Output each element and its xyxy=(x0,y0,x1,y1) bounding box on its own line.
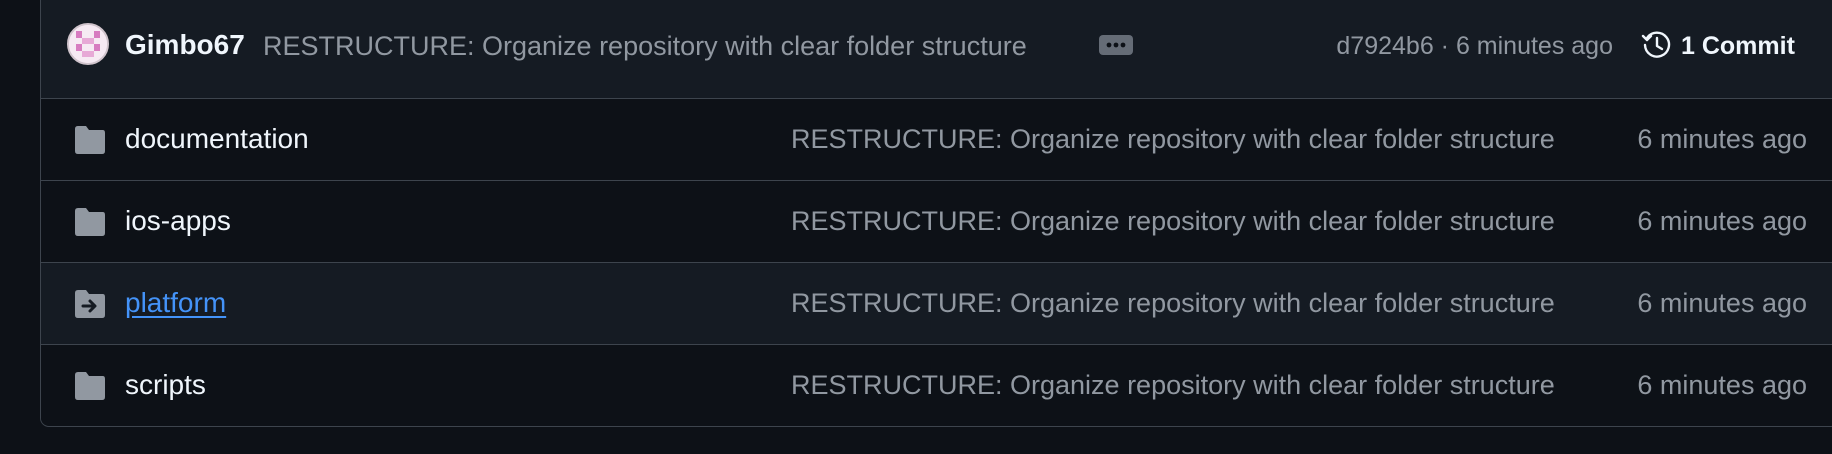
file-name[interactable]: platform xyxy=(125,285,226,321)
file-commit-time: 6 minutes ago xyxy=(1637,124,1807,154)
file-commit-time: 6 minutes ago xyxy=(1637,370,1807,400)
file-commit-message[interactable]: RESTRUCTURE: Organize repository with cl… xyxy=(791,285,1596,321)
ellipsis-icon xyxy=(1106,42,1126,48)
folder-icon xyxy=(73,125,107,155)
avatar[interactable] xyxy=(67,23,109,65)
file-row[interactable]: ios-apps RESTRUCTURE: Organize repositor… xyxy=(41,181,1832,263)
file-commit-time: 6 minutes ago xyxy=(1637,206,1807,236)
file-row[interactable]: documentation RESTRUCTURE: Organize repo… xyxy=(41,99,1832,181)
file-commit-message[interactable]: RESTRUCTURE: Organize repository with cl… xyxy=(791,121,1596,157)
commit-author[interactable]: Gimbo67 xyxy=(125,27,245,63)
file-commit-time: 6 minutes ago xyxy=(1637,288,1807,318)
history-icon[interactable] xyxy=(1640,28,1674,62)
submodule-folder-icon xyxy=(73,289,107,319)
folder-icon xyxy=(73,207,107,237)
file-name[interactable]: ios-apps xyxy=(125,203,231,239)
file-name[interactable]: documentation xyxy=(125,121,309,157)
file-commit-message[interactable]: RESTRUCTURE: Organize repository with cl… xyxy=(791,203,1596,239)
commits-count-link[interactable]: 1 Commit xyxy=(1681,28,1795,64)
file-row[interactable]: scripts RESTRUCTURE: Organize repository… xyxy=(41,345,1832,425)
file-name[interactable]: scripts xyxy=(125,367,206,403)
file-commit-message[interactable]: RESTRUCTURE: Organize repository with cl… xyxy=(791,367,1596,403)
expand-commit-message-button[interactable] xyxy=(1099,35,1133,55)
folder-icon xyxy=(73,371,107,401)
commit-sha-and-time[interactable]: d7924b6 · 6 minutes ago xyxy=(1336,28,1613,64)
latest-commit-bar: Gimbo67 RESTRUCTURE: Organize repository… xyxy=(41,0,1832,99)
file-row[interactable]: platform RESTRUCTURE: Organize repositor… xyxy=(41,263,1832,345)
file-browser-panel: Gimbo67 RESTRUCTURE: Organize repository… xyxy=(40,0,1832,427)
commit-message[interactable]: RESTRUCTURE: Organize repository with cl… xyxy=(263,28,1027,64)
